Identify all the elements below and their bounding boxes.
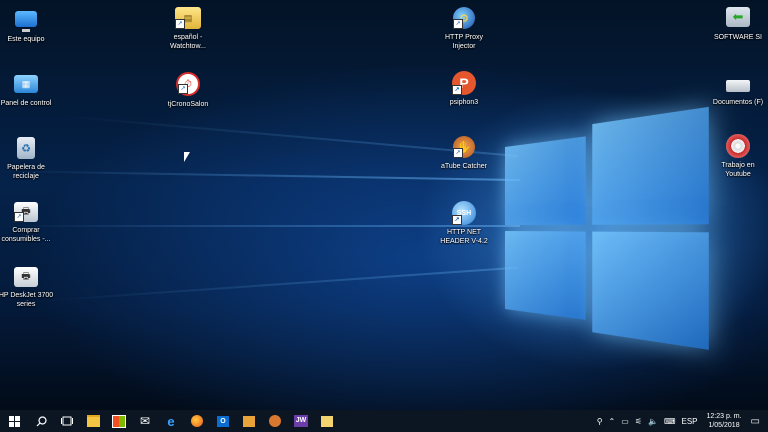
disc-icon xyxy=(726,134,750,158)
icon-label: Este equipo xyxy=(7,36,45,43)
desktop-icon-hp-deskjet[interactable]: 🖶 HP DeskJet 3700 series xyxy=(0,265,56,309)
taskbar-mail[interactable]: ✉ xyxy=(132,410,158,432)
desktop-icon-espanol-watchtower[interactable]: ▤ ↗ español - Watchtow... xyxy=(158,5,218,51)
action-center-icon[interactable]: ▭ xyxy=(748,416,768,427)
atube-icon: ✋ ↗ xyxy=(453,136,475,158)
desktop: Este equipo ▦ Panel de control ♻ Papeler… xyxy=(0,0,768,410)
chevron-up-icon[interactable]: ⌃ xyxy=(606,417,619,426)
folder-icon xyxy=(321,415,333,427)
desktop-icon-documentos-f[interactable]: Documentos (F) xyxy=(708,72,768,107)
icon-label: SOFTWARE SI xyxy=(714,34,762,41)
control-panel-icon: ▦ xyxy=(14,75,38,93)
ssh-icon: SSH ↗ xyxy=(452,201,476,225)
taskbar-media-player[interactable] xyxy=(236,410,262,432)
green-arrow-icon: ⬅ xyxy=(726,7,750,27)
taskbar-edge[interactable]: e xyxy=(158,410,184,432)
desktop-icon-trabajo-youtube[interactable]: Trabajo en Youtube xyxy=(708,133,768,179)
psiphon-icon: P ↗ xyxy=(452,71,476,95)
printer-icon: 🖶 xyxy=(14,267,38,287)
windows-logo xyxy=(505,106,709,350)
light-beam xyxy=(0,170,520,182)
taskbar-atube-catcher[interactable] xyxy=(262,410,288,432)
taskbar-watchtower[interactable] xyxy=(314,410,340,432)
folder-icon: ▤ ↗ xyxy=(175,7,201,29)
icon-label: Panel de control xyxy=(0,100,52,107)
desktop-icon-http-proxy-injector[interactable]: ⚙ ↗ HTTP Proxy Injector xyxy=(434,5,494,51)
recycle-bin-icon: ♻ xyxy=(17,137,35,159)
icon-label: HTTP NET HEADER V-4.2 xyxy=(440,229,488,245)
volume-icon[interactable]: 🔈 xyxy=(645,417,661,426)
network-icon[interactable]: ⚟ xyxy=(632,417,645,426)
task-view-button[interactable] xyxy=(54,410,80,432)
people-icon[interactable]: ⚲ xyxy=(594,417,606,426)
atube-icon xyxy=(269,415,281,427)
store-icon xyxy=(112,414,126,428)
desktop-icon-panel-de-control[interactable]: ▦ Panel de control xyxy=(0,71,56,108)
mail-icon: ✉ xyxy=(139,414,151,428)
start-button[interactable] xyxy=(0,410,28,432)
clock-icon: ⏱ ↗ xyxy=(176,72,200,96)
battery-icon[interactable]: ▭ xyxy=(618,417,632,426)
computer-icon xyxy=(15,11,37,32)
desktop-icon-software-si[interactable]: ⬅ SOFTWARE SI xyxy=(708,5,768,42)
icon-label: Comprar consumibles -... xyxy=(1,227,51,243)
folder-icon xyxy=(86,415,100,427)
icon-label: Documentos (F) xyxy=(712,99,764,106)
task-view-icon xyxy=(61,416,73,426)
icon-label: Trabajo en Youtube xyxy=(721,162,755,178)
icon-label: tjCronoSalon xyxy=(167,101,209,108)
icon-label: psiphon3 xyxy=(449,99,479,106)
drive-icon xyxy=(726,80,750,92)
desktop-icon-psiphon3[interactable]: P ↗ psiphon3 xyxy=(434,70,494,107)
globe-icon: ⚙ ↗ xyxy=(453,7,475,29)
taskbar: ✉ e O JW ⚲ ⌃ ▭ ⚟ 🔈 ⌨ ESP 12:23 p. m. 1/0… xyxy=(0,410,768,432)
printer-icon: 🖶 ↗ xyxy=(14,202,38,222)
clock-time: 12:23 p. m. xyxy=(706,413,742,420)
icon-label: aTube Catcher xyxy=(440,163,488,170)
clock[interactable]: 12:23 p. m. 1/05/2018 xyxy=(701,412,748,430)
icon-label: español - Watchtow... xyxy=(170,34,206,50)
outlook-icon: O xyxy=(217,415,229,427)
desktop-icon-atube-catcher[interactable]: ✋ ↗ aTube Catcher xyxy=(434,134,494,171)
desktop-icon-comprar-consumibles[interactable]: 🖶 ↗ Comprar consumibles -... xyxy=(0,200,56,244)
search-icon xyxy=(36,415,47,426)
clock-date: 1/05/2018 xyxy=(708,422,740,429)
taskbar-file-explorer[interactable] xyxy=(80,410,106,432)
icon-label: Papelera de reciclaje xyxy=(7,164,45,180)
keyboard-icon[interactable]: ⌨ xyxy=(661,417,679,426)
desktop-icon-este-equipo[interactable]: Este equipo xyxy=(0,5,56,44)
language-indicator[interactable]: ESP xyxy=(679,417,701,426)
desktop-icon-papelera[interactable]: ♻ Papelera de reciclaje xyxy=(0,135,56,181)
taskbar-outlook[interactable]: O xyxy=(210,410,236,432)
taskbar-store[interactable] xyxy=(106,410,132,432)
light-beam xyxy=(39,266,519,302)
windows-start-icon xyxy=(8,415,20,427)
mouse-cursor xyxy=(184,152,190,162)
desktop-icon-http-net-header[interactable]: SSH ↗ HTTP NET HEADER V-4.2 xyxy=(434,200,494,246)
icon-label: HP DeskJet 3700 series xyxy=(0,292,54,308)
desktop-icon-tjcronosalon[interactable]: ⏱ ↗ tjCronoSalon xyxy=(158,70,218,109)
taskbar-jw-library[interactable]: JW xyxy=(288,410,314,432)
icon-label: HTTP Proxy Injector xyxy=(445,34,483,50)
search-button[interactable] xyxy=(28,410,54,432)
jw-library-icon: JW xyxy=(294,415,308,427)
firefox-icon xyxy=(191,415,203,427)
media-player-icon xyxy=(243,415,255,427)
taskbar-firefox[interactable] xyxy=(184,410,210,432)
system-tray: ⚲ ⌃ ▭ ⚟ 🔈 ⌨ ESP 12:23 p. m. 1/05/2018 ▭ xyxy=(594,410,768,432)
edge-icon: e xyxy=(167,413,175,429)
